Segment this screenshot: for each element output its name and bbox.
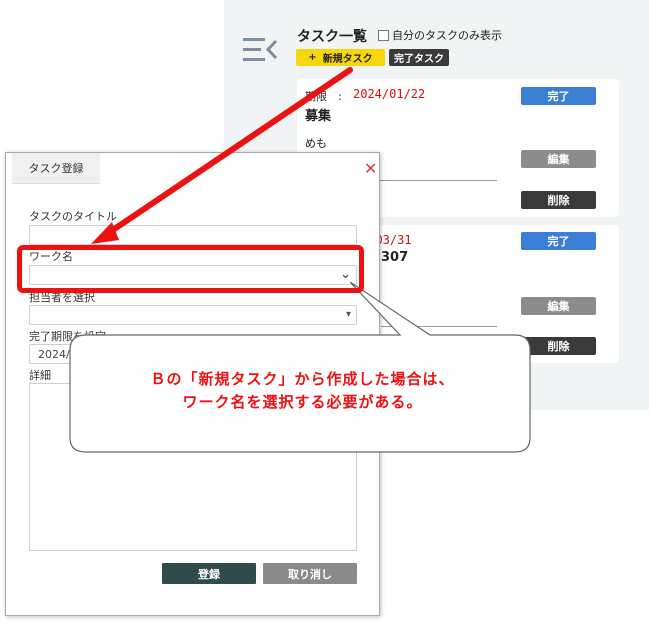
callout-line-2: ワーク名を選択する必要がある。 bbox=[182, 393, 423, 411]
annotation-arrow bbox=[101, 67, 353, 239]
callout-bubble bbox=[69, 281, 531, 453]
callout-text: Ｂの「新規タスク」から作成した場合は、 ワーク名を選択する必要がある。 bbox=[80, 368, 525, 414]
work-name-highlight bbox=[17, 245, 364, 293]
callout-line-1: Ｂの「新規タスク」から作成した場合は、 bbox=[150, 370, 455, 388]
annotation-overlay bbox=[69, 67, 531, 453]
